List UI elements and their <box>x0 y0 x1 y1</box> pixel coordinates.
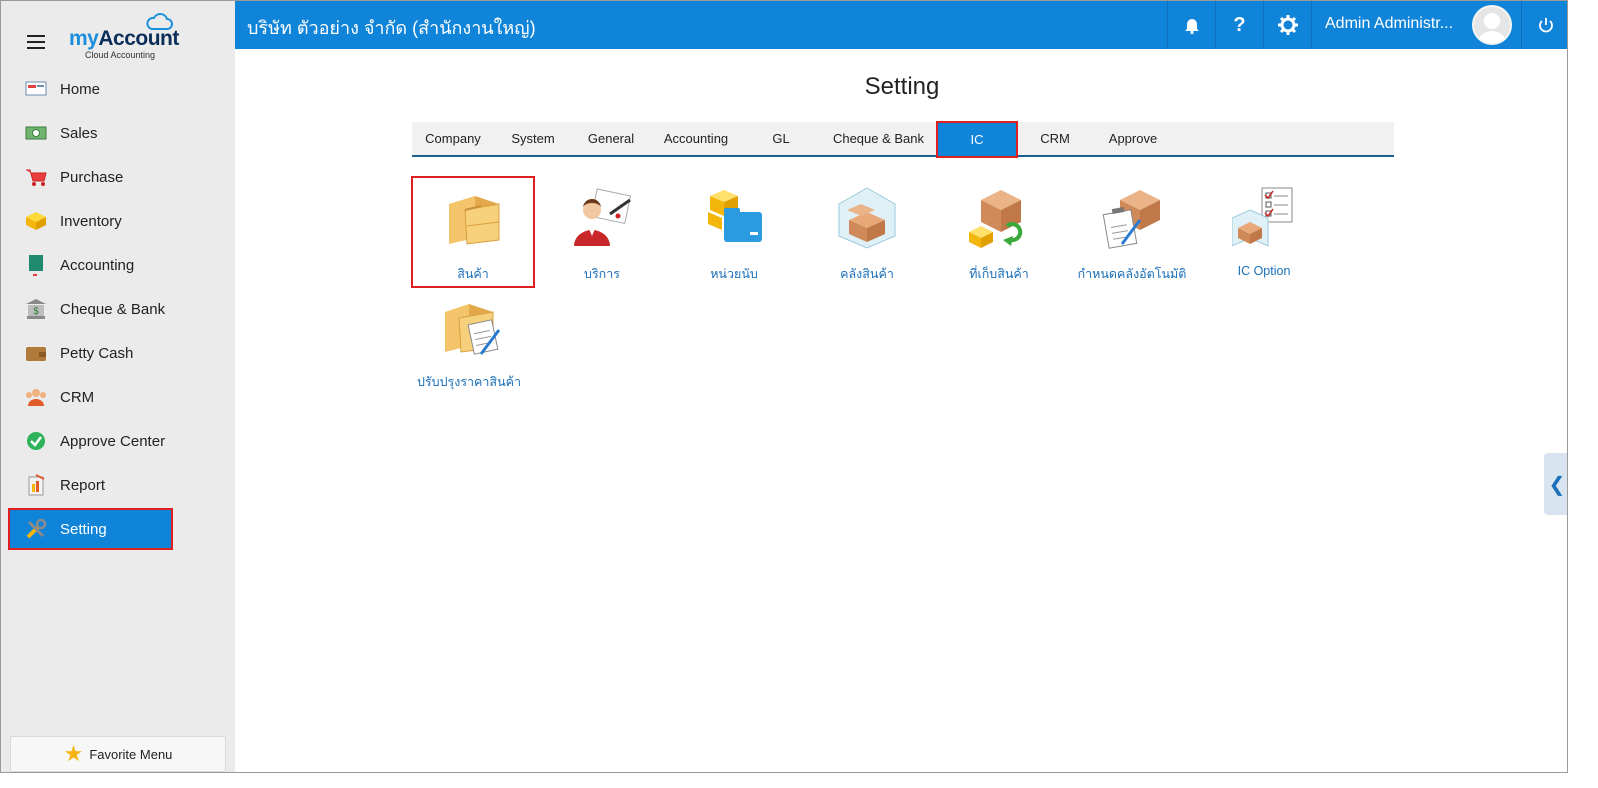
tab-ic[interactable]: IC <box>936 121 1018 158</box>
tab-company[interactable]: Company <box>412 122 494 155</box>
sidebar-nav: Home Sales Purchase Inventory Accounting… <box>1 67 235 551</box>
tile-warehouse[interactable]: คลังสินค้า <box>807 178 927 286</box>
avatar[interactable] <box>1472 5 1512 45</box>
report-icon <box>25 474 47 496</box>
tile-service[interactable]: บริการ <box>542 178 662 286</box>
people-icon <box>25 386 47 408</box>
sidebar-item-setting[interactable]: Setting <box>8 508 173 550</box>
home-icon <box>25 78 47 100</box>
sidebar-item-home[interactable]: Home <box>1 67 235 111</box>
favorite-menu-label: Favorite Menu <box>89 746 173 762</box>
tile-storage-location[interactable]: ที่เก็บสินค้า <box>939 178 1059 286</box>
tab-approve[interactable]: Approve <box>1093 122 1173 155</box>
tile-price-adjust[interactable]: ปรับปรุงราคาสินค้า <box>409 286 529 394</box>
hamburger-menu-icon[interactable] <box>27 35 45 49</box>
tools-icon <box>25 518 47 540</box>
app-window: myAccount Cloud Accounting Home Sales Pu… <box>0 0 1568 773</box>
tile-label: ปรับปรุงราคาสินค้า <box>416 375 521 389</box>
box-icon <box>25 210 47 232</box>
tile-unit[interactable]: หน่วยนับ <box>674 178 794 286</box>
sidebar-item-cheque-bank[interactable]: $ Cheque & Bank <box>1 287 235 331</box>
sidebar-item-label: Purchase <box>60 168 124 186</box>
question-icon: ? <box>1233 13 1246 36</box>
sidebar-item-label: Approve Center <box>60 432 166 450</box>
bell-icon <box>1184 19 1199 34</box>
sidebar-item-label: CRM <box>60 388 95 406</box>
sidebar-item-label: Petty Cash <box>60 344 134 362</box>
page-title: Setting <box>864 73 940 100</box>
favorite-menu-button[interactable]: ★ Favorite Menu <box>10 736 226 772</box>
tab-crm[interactable]: CRM <box>1017 122 1093 155</box>
sidebar-item-crm[interactable]: CRM <box>1 375 235 419</box>
warehouse-icon <box>835 186 899 250</box>
sidebar: myAccount Cloud Accounting Home Sales Pu… <box>1 1 235 772</box>
sidebar-item-label: Sales <box>60 124 98 142</box>
sidebar-item-report[interactable]: Report <box>1 463 235 507</box>
tile-auto-warehouse[interactable]: กำหนดคลังอัตโนมัติ <box>1072 178 1192 286</box>
money-icon <box>25 122 47 144</box>
sidebar-item-label: Home <box>60 80 101 98</box>
sidebar-item-inventory[interactable]: Inventory <box>1 199 235 243</box>
sidebar-item-sales[interactable]: Sales <box>1 111 235 155</box>
settings-button[interactable] <box>1263 1 1311 49</box>
sidebar-item-label: Accounting <box>60 256 135 274</box>
storage-location-icon <box>967 186 1031 250</box>
user-avatar-icon <box>1478 13 1506 43</box>
tile-product[interactable]: สินค้า <box>411 176 535 288</box>
book-icon <box>25 254 47 276</box>
wallet-icon <box>25 342 47 364</box>
sidebar-item-approve-center[interactable]: Approve Center <box>1 419 235 463</box>
tab-cheque-bank[interactable]: Cheque & Bank <box>820 122 937 155</box>
tab-accounting[interactable]: Accounting <box>650 122 742 155</box>
tile-label: IC Option <box>1237 264 1291 278</box>
check-icon <box>25 430 47 452</box>
chevron-left-icon: ❮ <box>1548 473 1566 496</box>
ic-option-icon <box>1231 186 1296 250</box>
sidebar-item-label: Cheque & Bank <box>60 300 166 318</box>
logo-subtitle: Cloud Accounting <box>85 50 156 60</box>
star-icon: ★ <box>63 741 84 766</box>
sidebar-item-label: Setting <box>60 520 107 538</box>
sidebar-item-petty-cash[interactable]: Petty Cash <box>1 331 235 375</box>
help-button[interactable]: ? <box>1215 1 1263 49</box>
auto-warehouse-icon <box>1100 186 1164 250</box>
notification-button[interactable] <box>1167 1 1215 49</box>
svg-text:$: $ <box>33 306 39 317</box>
tile-label: หน่วยนับ <box>710 267 758 281</box>
logo-text: myAccount <box>69 27 179 50</box>
price-adjust-icon <box>437 294 501 358</box>
cart-icon <box>25 166 47 188</box>
gear-icon <box>1277 15 1298 35</box>
logout-button[interactable] <box>1521 1 1567 49</box>
tile-label: สินค้า <box>457 267 489 281</box>
tile-label: กำหนดคลังอัตโนมัติ <box>1077 267 1187 281</box>
unit-folder-icon <box>702 186 766 250</box>
collapse-panel-button[interactable]: ❮ <box>1544 453 1567 515</box>
tab-general[interactable]: General <box>572 122 650 155</box>
sidebar-item-label: Report <box>60 476 106 494</box>
tile-label: บริการ <box>584 267 620 281</box>
user-name[interactable]: Admin Administr... <box>1325 15 1453 33</box>
company-name[interactable]: บริษัท ตัวอย่าง จำกัด (สำนักงานใหญ่) <box>247 13 536 42</box>
sidebar-item-label: Inventory <box>60 212 122 230</box>
sidebar-item-accounting[interactable]: Accounting <box>1 243 235 287</box>
top-bar: บริษัท ตัวอย่าง จำกัด (สำนักงานใหญ่) ? A… <box>235 1 1567 49</box>
boxes-icon <box>441 186 505 250</box>
tab-gl[interactable]: GL <box>742 122 820 155</box>
settings-tabs: Company System General Accounting GL Che… <box>412 121 1394 158</box>
sidebar-item-purchase[interactable]: Purchase <box>1 155 235 199</box>
tab-system[interactable]: System <box>494 122 572 155</box>
app-logo[interactable]: myAccount Cloud Accounting <box>67 11 187 63</box>
power-icon <box>1538 18 1553 33</box>
bank-icon: $ <box>25 298 47 320</box>
service-person-icon <box>570 186 634 250</box>
tile-ic-option[interactable]: IC Option <box>1204 178 1324 286</box>
tile-label: คลังสินค้า <box>840 267 894 281</box>
tile-label: ที่เก็บสินค้า <box>969 267 1029 281</box>
